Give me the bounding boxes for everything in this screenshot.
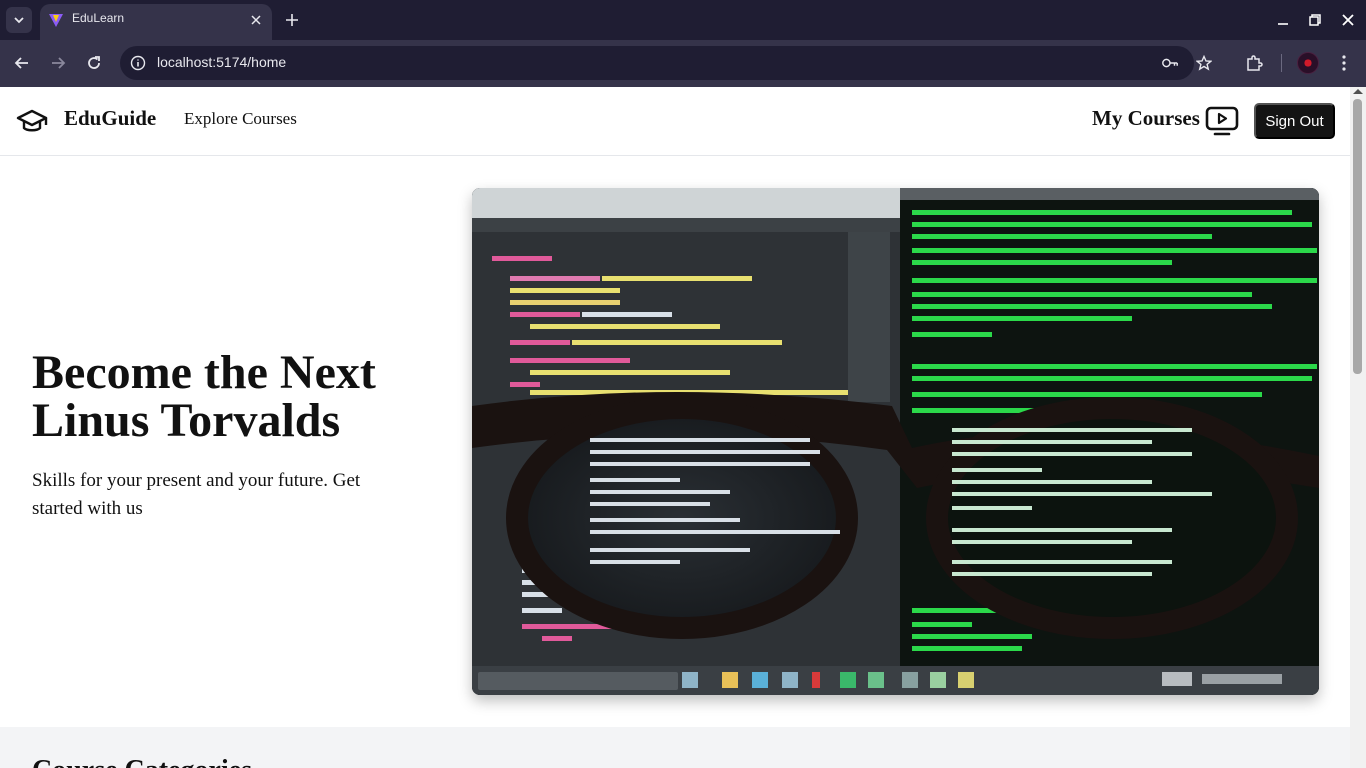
- arrow-left-icon: [14, 57, 28, 69]
- close-window-button[interactable]: [1338, 10, 1358, 30]
- arrow-right-icon: [52, 57, 66, 69]
- tab-title: EduLearn: [72, 11, 125, 25]
- site-navbar: EduGuide Explore Courses My Courses Sign…: [0, 87, 1350, 156]
- page: EduGuide Explore Courses My Courses Sign…: [0, 87, 1350, 768]
- hero-subtitle: Skills for your present and your future.…: [32, 470, 361, 519]
- scroll-thumb[interactable]: [1353, 99, 1362, 374]
- browser-tab[interactable]: EduLearn: [40, 4, 272, 40]
- back-button[interactable]: [11, 52, 33, 74]
- restore-button[interactable]: [1305, 10, 1325, 30]
- explore-courses-link[interactable]: Explore Courses: [184, 109, 297, 129]
- toolbar-separator: [1281, 54, 1282, 72]
- browser-titlebar: EduLearn: [0, 0, 1366, 40]
- browser-menu-button[interactable]: [1333, 52, 1355, 74]
- categories-title: Course Categories: [32, 755, 252, 768]
- tab-search-button[interactable]: [6, 7, 32, 33]
- vite-favicon-icon: [49, 14, 63, 27]
- star-icon: [1196, 55, 1212, 71]
- password-key-button[interactable]: [1161, 54, 1179, 72]
- extensions-icon: [1247, 55, 1263, 71]
- extensions-button[interactable]: [1243, 52, 1265, 74]
- browser-toolbar: localhost:5174/home: [0, 40, 1366, 87]
- menu-dots-icon: [1342, 55, 1346, 71]
- minimize-button[interactable]: [1273, 10, 1293, 30]
- brand-name[interactable]: EduGuide: [64, 106, 156, 131]
- url-text[interactable]: localhost:5174/home: [157, 54, 286, 70]
- site-info-icon[interactable]: [130, 55, 146, 71]
- plus-icon: [286, 14, 298, 26]
- scroll-up-arrow-icon[interactable]: [1353, 89, 1363, 94]
- my-courses-link[interactable]: My Courses: [1092, 106, 1200, 131]
- page-scrollbar[interactable]: [1350, 87, 1366, 768]
- key-icon: [1162, 58, 1178, 68]
- forward-button[interactable]: [47, 52, 69, 74]
- reload-button[interactable]: [83, 52, 105, 74]
- minimize-icon: [1278, 23, 1288, 25]
- new-tab-button[interactable]: [282, 10, 302, 30]
- chevron-down-icon: [14, 17, 24, 24]
- play-video-icon[interactable]: [1205, 106, 1239, 136]
- restore-icon: [1309, 14, 1321, 26]
- course-categories-section: Course Categories: [0, 727, 1350, 768]
- hero-title: Become the Next Linus Torvalds: [32, 346, 376, 447]
- code-on-screens-photo: [472, 188, 1319, 695]
- reload-icon: [88, 56, 100, 69]
- profile-avatar[interactable]: [1297, 52, 1319, 74]
- sign-out-button[interactable]: Sign Out: [1254, 103, 1335, 139]
- close-icon: [251, 15, 261, 25]
- close-icon: [1342, 14, 1354, 26]
- bookmark-button[interactable]: [1195, 54, 1213, 72]
- hero-image: [472, 188, 1319, 695]
- address-bar[interactable]: localhost:5174/home: [120, 46, 1212, 80]
- tab-close-button[interactable]: [248, 12, 264, 28]
- graduation-cap-icon[interactable]: [16, 107, 48, 135]
